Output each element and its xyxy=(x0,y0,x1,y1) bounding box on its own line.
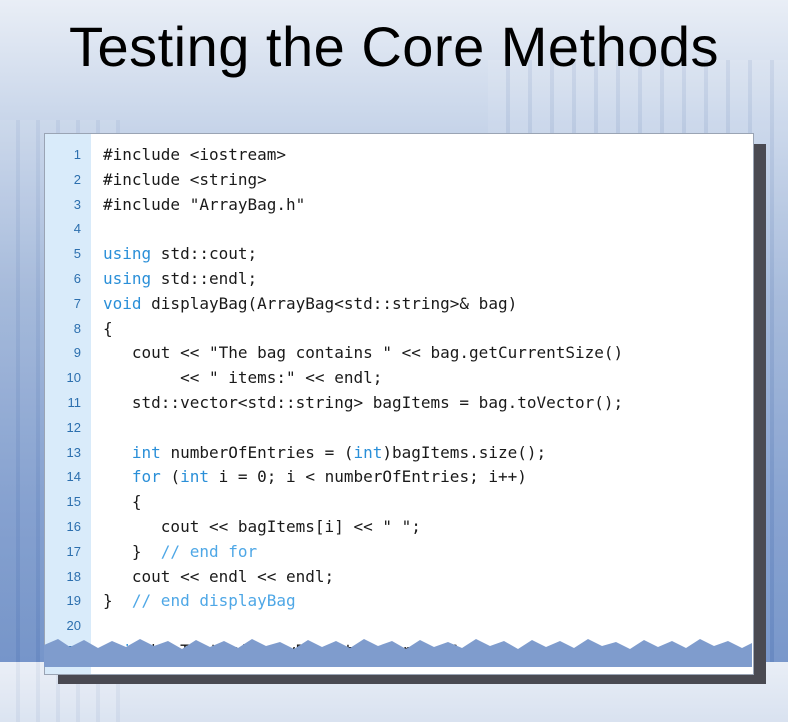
code-line: 7 void displayBag(ArrayBag<std::string>& … xyxy=(45,292,753,317)
code-line: 14 for (int i = 0; i < numberOfEntries; … xyxy=(45,465,753,490)
line-number: 20 xyxy=(66,618,81,634)
code-line: 6 using std::endl; xyxy=(45,267,753,292)
line-number: 1 xyxy=(73,147,81,162)
code-text: using std::cout; xyxy=(89,242,257,267)
code-text: cout << bagItems[i] << " "; xyxy=(89,515,421,540)
code-token: #include "ArrayBag.h" xyxy=(103,194,306,214)
code-token: std::endl; xyxy=(151,268,258,288)
code-text: int numberOfEntries = (int)bagItems.size… xyxy=(89,441,546,466)
code-token: cout << bagItems[i] << " "; xyxy=(103,516,421,536)
line-number: 10 xyxy=(66,370,81,386)
code-token: << " items:" << endl; xyxy=(103,368,383,388)
code-token: )bagItems.size(); xyxy=(382,442,547,462)
torn-edge xyxy=(44,639,752,667)
code-token: { xyxy=(103,492,142,512)
line-number: 3 xyxy=(73,196,81,212)
line-number: 19 xyxy=(66,593,81,609)
code-token: i = 0; i < numberOfEntries; i++) xyxy=(208,467,527,487)
code-text: void displayBag(ArrayBag<std::string>& b… xyxy=(89,292,517,317)
code-token: ( xyxy=(160,467,181,487)
code-token: cout << "The bag contains " << bag.getCu… xyxy=(103,343,624,363)
code-line: 4 xyxy=(45,217,753,242)
code-line: 5 using std::cout; xyxy=(45,242,753,267)
code-token: std::vector<std::string> bagItems = bag.… xyxy=(103,392,624,412)
code-line: 18 cout << endl << endl; xyxy=(45,565,753,590)
code-text: for (int i = 0; i < numberOfEntries; i++… xyxy=(89,465,527,490)
code-token: displayBag(ArrayBag<std::string>& bag) xyxy=(141,293,518,313)
line-number: 8 xyxy=(73,320,81,336)
line-number: 16 xyxy=(66,518,81,534)
code-line: 13 int numberOfEntries = (int)bagItems.s… xyxy=(45,441,753,466)
code-line: 11 std::vector<std::string> bagItems = b… xyxy=(45,391,753,416)
code-text: #include <iostream> xyxy=(89,143,286,168)
code-line: 9 cout << "The bag contains " << bag.get… xyxy=(45,341,753,366)
code-text: } // end for xyxy=(89,540,257,565)
code-text: using std::endl; xyxy=(89,267,257,292)
code-line: 16 cout << bagItems[i] << " "; xyxy=(45,515,753,540)
code-keyword: for xyxy=(131,467,161,487)
line-number: 12 xyxy=(66,419,81,435)
code-keyword: using xyxy=(103,244,152,264)
line-number: 5 xyxy=(73,246,81,262)
code-text: #include "ArrayBag.h" xyxy=(89,193,305,218)
line-number: 13 xyxy=(66,444,81,460)
code-token: } xyxy=(103,541,161,561)
code-text: } // end displayBag xyxy=(89,589,296,614)
code-comment: // end for xyxy=(160,541,258,561)
code-text: { xyxy=(89,490,142,515)
code-keyword: using xyxy=(103,268,152,288)
code-line: 15 { xyxy=(45,490,753,515)
code-keyword: void xyxy=(103,293,142,313)
code-keyword: int xyxy=(353,442,383,462)
code-line: 2 #include <string> xyxy=(45,168,753,193)
code-token: numberOfEntries = ( xyxy=(160,442,354,462)
line-number: 4 xyxy=(73,221,81,237)
line-number: 15 xyxy=(66,494,81,510)
line-number: 14 xyxy=(66,469,81,485)
line-number: 9 xyxy=(73,345,81,361)
code-token: } xyxy=(103,591,132,611)
code-text: << " items:" << endl; xyxy=(89,366,382,391)
code-text: cout << "The bag contains " << bag.getCu… xyxy=(89,341,623,366)
code-line: 19} // end displayBag xyxy=(45,589,753,614)
line-number: 11 xyxy=(67,394,82,410)
code-panel: 1 #include <iostream> 2 #include <string> 3 #… xyxy=(44,133,754,675)
code-line: 17 } // end for xyxy=(45,540,753,565)
code-keyword: int xyxy=(180,467,209,487)
line-number: 6 xyxy=(73,270,81,286)
slide-title: Testing the Core Methods xyxy=(68,15,720,78)
code-text: #include <string> xyxy=(89,168,267,193)
line-number: 18 xyxy=(66,568,81,584)
code-line: 1 #include <iostream> xyxy=(45,143,753,168)
code-token: #include <iostream> xyxy=(103,145,287,164)
code-listing: 1 #include <iostream> 2 #include <string> 3 #… xyxy=(45,143,753,664)
code-text: cout << endl << endl; xyxy=(89,565,334,590)
code-line: 12 xyxy=(45,416,753,441)
line-number: 7 xyxy=(73,295,81,311)
code-token: cout << endl << endl; xyxy=(103,566,335,586)
code-token: { xyxy=(103,318,113,338)
code-keyword: int xyxy=(131,442,161,462)
code-line: 20 xyxy=(45,614,753,639)
line-number: 2 xyxy=(73,171,81,187)
code-line: 10 << " items:" << endl; xyxy=(45,366,753,391)
code-line: 8{ xyxy=(45,317,753,342)
code-line: 3 #include "ArrayBag.h" xyxy=(45,193,753,218)
code-text: { xyxy=(89,317,113,342)
code-token: std::cout; xyxy=(151,244,258,264)
code-text: std::vector<std::string> bagItems = bag.… xyxy=(89,391,623,416)
code-comment: // end displayBag xyxy=(131,591,296,611)
line-number: 17 xyxy=(66,543,81,559)
code-token: #include <string> xyxy=(103,169,267,189)
